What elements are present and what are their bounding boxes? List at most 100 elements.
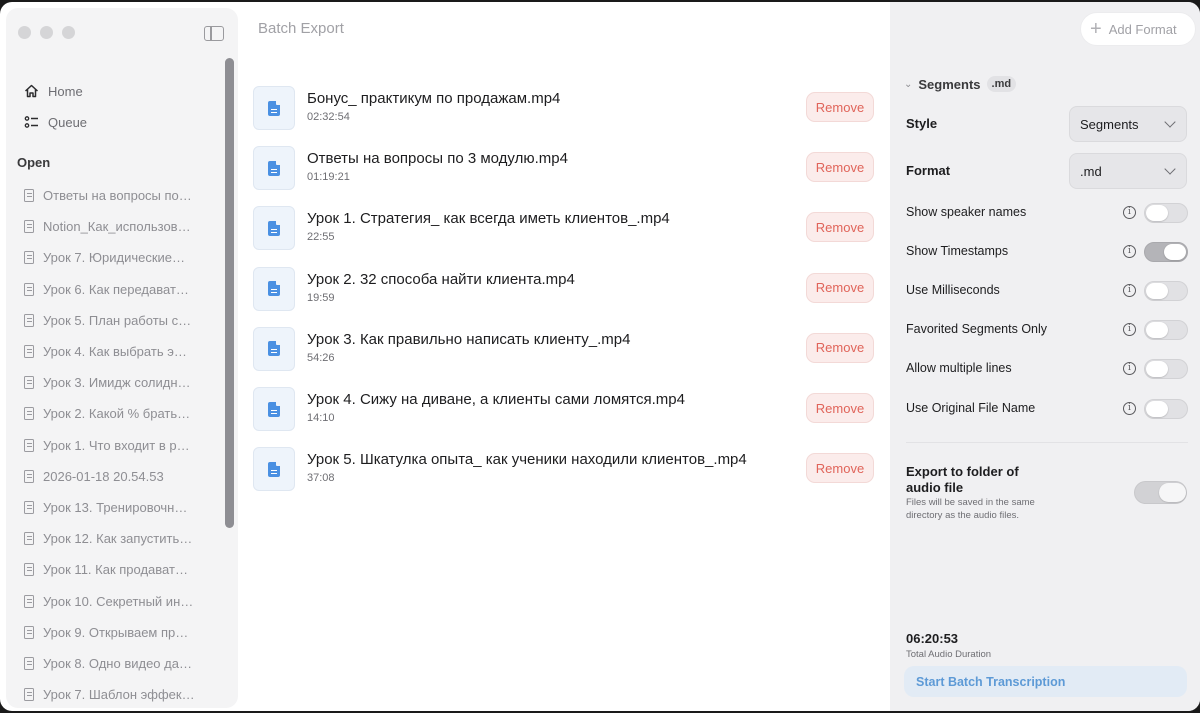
format-label: Format (906, 163, 951, 178)
open-document-label: Ответы на вопросы по… (43, 188, 192, 204)
open-document-item[interactable]: Урок 10. Секретный ин… (24, 585, 222, 616)
open-document-label: Урок 12. Как запустить… (43, 531, 193, 547)
open-document-item[interactable]: Урок 7. Юридические… (24, 242, 222, 273)
open-document-item[interactable]: Урок 3. Имидж солидн… (24, 367, 222, 398)
setting-toggle-row: Allow multiple lines i (906, 358, 1188, 380)
open-document-item[interactable]: Урок 6. Как передават… (24, 274, 222, 305)
open-document-label: Урок 13. Тренировочн… (43, 499, 188, 515)
open-document-item[interactable]: Урок 9. Открываем пр… (24, 617, 222, 648)
setting-toggle-switch[interactable] (1144, 281, 1188, 302)
nav-item-queue[interactable]: Queue (22, 113, 87, 131)
setting-toggle-switch[interactable] (1144, 242, 1188, 263)
info-icon[interactable]: i (1123, 206, 1136, 219)
export-to-folder-toggle[interactable] (1134, 481, 1187, 504)
sidebar-toggle-icon[interactable] (204, 26, 224, 41)
file-row: Бонус_ практикум по продажам.mp4 02:32:54… (253, 82, 875, 142)
open-document-item[interactable]: Урок 7. Шаблон эффек… (24, 679, 222, 710)
open-document-item[interactable]: Урок 11. Как продават… (24, 554, 222, 585)
info-icon[interactable]: i (1123, 245, 1136, 259)
home-icon (22, 82, 40, 100)
setting-toggle-switch[interactable] (1144, 320, 1188, 341)
main-content: Batch Export Бонус_ практикум по продажа… (238, 2, 890, 711)
document-glyph-icon (268, 401, 280, 417)
format-select[interactable]: .md (1069, 153, 1187, 189)
export-to-folder-label: Export to folder of audio file (906, 464, 1019, 495)
toggle-knob (1159, 483, 1186, 502)
zoom-window-button[interactable] (62, 26, 75, 39)
setting-toggle-switch[interactable] (1144, 398, 1188, 419)
settings-panel: + Add Format ⌄ Segments .md Style Segmen… (890, 2, 1200, 711)
document-icon (24, 376, 34, 390)
info-icon[interactable]: i (1123, 362, 1136, 376)
document-icon (24, 313, 34, 327)
open-document-item[interactable]: Урок 1. Что входит в р… (24, 430, 222, 461)
nav-item-label: Queue (48, 114, 88, 130)
app-window: Home Queue Open Ответы на вопросы по… Not… (0, 2, 1200, 711)
toggle-knob (1146, 322, 1168, 339)
open-document-item[interactable]: Урок 2. Какой % брать… (24, 398, 222, 429)
setting-toggle-label: Use Original File Name (906, 400, 1036, 415)
setting-toggle-row: Show speaker names i (906, 202, 1188, 224)
export-to-folder-description: Files will be saved in the same director… (906, 497, 1035, 521)
open-document-item[interactable]: Урок 4. Как выбрать э… (24, 336, 222, 367)
nav-item-home[interactable]: Home (22, 82, 83, 100)
info-icon[interactable]: i (1123, 401, 1136, 415)
remove-button[interactable]: Remove (806, 272, 874, 303)
setting-toggle-switch[interactable] (1144, 359, 1188, 380)
open-document-label: Урок 4. Как выбрать э… (43, 344, 187, 360)
minimize-window-button[interactable] (40, 26, 53, 39)
info-icon[interactable]: i (1123, 284, 1136, 298)
open-document-item[interactable]: Урок 8. Одно видео да… (24, 648, 222, 679)
toggle-knob (1146, 400, 1168, 417)
open-document-item[interactable]: Урок 12. Как запустить… (24, 523, 222, 554)
open-document-item[interactable]: Урок 5. План работы с… (24, 305, 222, 336)
open-document-item[interactable]: Notion_Как_использов… (24, 211, 222, 242)
add-format-button[interactable]: + Add Format (1080, 12, 1196, 46)
open-document-label: Урок 1. Что входит в р… (43, 437, 190, 453)
document-icon (24, 500, 34, 514)
total-audio-duration-value: 06:20:53 (906, 631, 959, 646)
setting-toggle-label: Favorited Segments Only (906, 322, 1048, 337)
document-glyph-icon (268, 100, 280, 116)
open-document-label: Notion_Как_использов… (43, 219, 191, 235)
style-select[interactable]: Segments (1069, 106, 1187, 142)
style-label: Style (906, 116, 938, 131)
file-duration: 14:10 (307, 412, 335, 424)
document-glyph-icon (268, 341, 280, 357)
setting-toggle-label: Use Milliseconds (906, 283, 1000, 298)
open-document-item[interactable]: Урок 13. Тренировочн… (24, 492, 222, 523)
document-glyph-icon (268, 220, 280, 236)
file-name: Урок 1. Стратегия_ как всегда иметь клие… (307, 210, 670, 228)
open-document-item[interactable]: Ответы на вопросы по… (24, 180, 222, 211)
sidebar-scrollbar[interactable] (224, 58, 234, 694)
file-row: Урок 4. Сижу на диване, а клиенты сами л… (253, 383, 875, 443)
open-section-label: Open (17, 155, 51, 170)
info-icon[interactable]: i (1123, 323, 1136, 337)
setting-toggle-label: Show Timestamps (906, 244, 1009, 259)
remove-button[interactable]: Remove (806, 453, 874, 484)
remove-button[interactable]: Remove (806, 152, 874, 183)
start-batch-transcription-button[interactable]: Start Batch Transcription (904, 666, 1187, 697)
queue-icon (22, 113, 40, 131)
open-document-label: Урок 6. Как передават… (43, 281, 189, 297)
document-icon (24, 438, 34, 452)
file-duration: 02:32:54 (307, 111, 350, 123)
file-name: Урок 5. Шкатулка опыта_ как ученики нахо… (307, 451, 747, 469)
style-select-value: Segments (1080, 116, 1139, 132)
close-window-button[interactable] (18, 26, 31, 39)
setting-toggle-row: Favorited Segments Only i (906, 319, 1188, 341)
file-icon (253, 146, 295, 191)
file-icon (253, 86, 295, 130)
file-icon (253, 326, 295, 371)
file-duration: 22:55 (307, 231, 335, 244)
open-document-item[interactable]: 2026-01-18 20.54.53 (24, 461, 222, 492)
remove-button[interactable]: Remove (806, 393, 874, 423)
remove-button[interactable]: Remove (806, 212, 874, 243)
remove-button[interactable]: Remove (806, 92, 874, 122)
segments-section-header[interactable]: ⌄ Segments .md (904, 76, 1017, 92)
setting-toggle-switch[interactable] (1144, 203, 1188, 223)
file-name: Урок 4. Сижу на диване, а клиенты сами л… (307, 391, 685, 408)
remove-button[interactable]: Remove (806, 332, 874, 363)
scrollbar-thumb[interactable] (225, 58, 234, 528)
file-duration: 54:26 (307, 351, 335, 364)
